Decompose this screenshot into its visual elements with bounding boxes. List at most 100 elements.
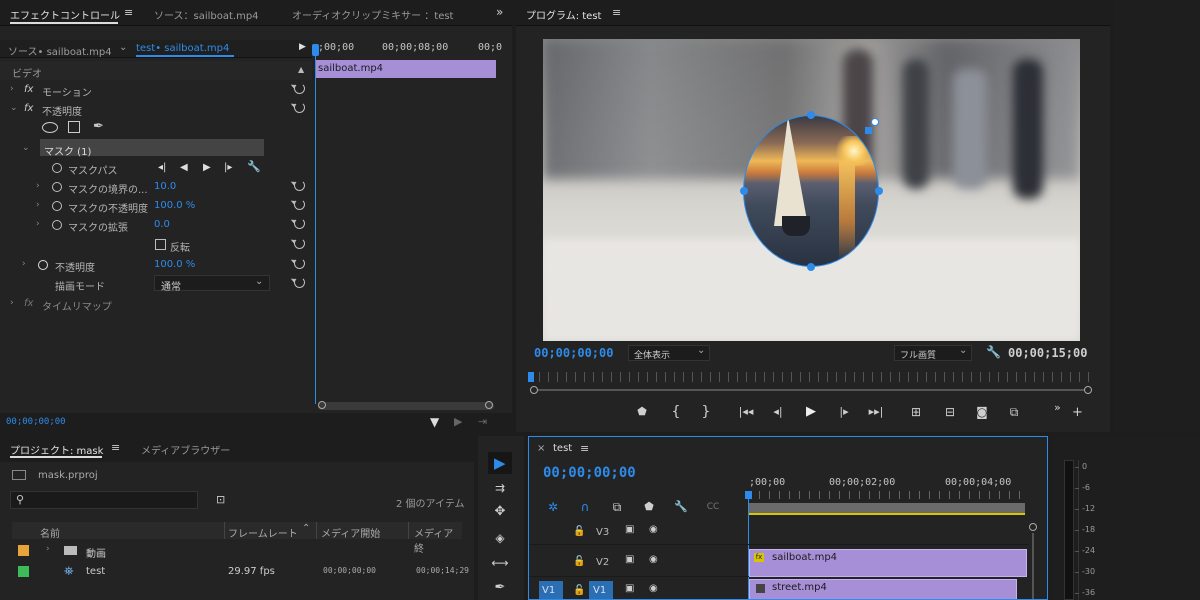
mask-feather-row[interactable]: › マスクの境界の... 10.0 — [0, 177, 312, 196]
more-icon[interactable]: » — [1054, 402, 1061, 413]
label-color[interactable] — [18, 545, 29, 556]
mask-expand-handle[interactable] — [871, 118, 879, 126]
wrench-icon[interactable]: 🔧 — [986, 345, 1001, 359]
source-patch-v1[interactable]: V1 — [539, 581, 563, 599]
mask-handle[interactable] — [807, 111, 815, 119]
panel-menu-icon[interactable]: ≡ — [111, 442, 120, 453]
lift-icon[interactable]: ⊞ — [906, 402, 926, 422]
captions-icon[interactable]: CC — [703, 497, 723, 517]
mask-handle[interactable] — [807, 263, 815, 271]
extract-icon[interactable]: ⊟ — [940, 402, 960, 422]
sort-icon[interactable]: ⌃ — [302, 523, 310, 534]
stopwatch-icon[interactable] — [52, 220, 62, 230]
step-forward-icon[interactable]: ▶ — [203, 162, 211, 173]
time-remap-row[interactable]: › fx タイムリマップ — [0, 294, 312, 313]
program-scrollbar[interactable] — [530, 386, 1092, 394]
opacity-section-row[interactable]: ⌄ fx 不透明度 — [0, 99, 312, 118]
effect-clip-bar[interactable]: sailboat.mp4 — [316, 60, 496, 78]
eye-icon[interactable]: ◉ — [649, 554, 658, 565]
rectangle-mask-icon[interactable] — [68, 121, 80, 133]
add-button-icon[interactable]: + — [1072, 406, 1083, 419]
track-v2[interactable]: 🔓 V2 ▣ ◉ fx sailboat.mp4 — [529, 547, 1029, 577]
mask-row[interactable]: ⌄ マスク (1) — [0, 139, 312, 158]
track-v1[interactable]: V1 🔓 V1 ▣ ◉ street.mp4 — [529, 579, 1029, 599]
work-area-bar[interactable] — [749, 503, 1025, 515]
source-crumb[interactable]: ソース• sailboat.mp4 — [8, 43, 112, 58]
ripple-edit-tool[interactable]: ✥ — [490, 502, 510, 522]
tab-source[interactable]: ソース：sailboat.mp4 — [154, 7, 259, 22]
add-marker-icon[interactable]: ⬟ — [639, 497, 659, 517]
mark-in-icon[interactable]: { — [666, 402, 686, 422]
track-select-tool[interactable]: ⇉ — [490, 478, 510, 498]
lock-icon[interactable]: 🔓 — [573, 556, 585, 567]
stopwatch-icon[interactable] — [52, 182, 62, 192]
table-row[interactable]: › 動画 — [12, 541, 462, 561]
invert-checkbox[interactable] — [155, 239, 166, 250]
reset-icon[interactable] — [294, 102, 305, 113]
reset-icon[interactable] — [294, 238, 305, 249]
timeline-clip-sailboat[interactable]: fx sailboat.mp4 — [749, 549, 1027, 577]
panel-menu-icon[interactable]: ≡ — [124, 7, 133, 18]
opacity-value[interactable]: 100.0 % — [154, 259, 195, 270]
timeline-ruler[interactable]: ;00;00 00;00;02;00 00;00;04;00 — [749, 473, 1025, 503]
reset-icon[interactable] — [294, 83, 305, 94]
mask-ellipse[interactable] — [743, 115, 879, 267]
slip-tool[interactable]: ⟷ — [490, 553, 510, 573]
camera-icon[interactable]: ◙ — [972, 402, 992, 422]
play-audio-icon[interactable]: ▶ — [454, 415, 462, 428]
lock-icon[interactable]: 🔓 — [573, 585, 585, 596]
step-back-icon[interactable]: ◀ — [180, 162, 188, 173]
play-icon[interactable]: ▶ — [801, 402, 821, 422]
linked-selection-icon[interactable]: ⧉ — [607, 497, 627, 517]
go-to-out-icon[interactable]: ▸▸| — [866, 402, 886, 422]
reset-icon[interactable] — [294, 199, 305, 210]
sequence-crumb[interactable]: test• sailboat.mp4 — [136, 43, 229, 54]
sync-lock-icon[interactable]: ▣ — [625, 583, 634, 594]
track-forward-icon[interactable]: |▸ — [224, 162, 232, 173]
video-frame[interactable] — [543, 39, 1080, 341]
mask-feather-handle[interactable] — [865, 127, 872, 134]
lock-icon[interactable]: 🔓 — [573, 526, 585, 537]
track-v3[interactable]: 🔓 V3 ▣ ◉ — [529, 519, 1029, 545]
snap-icon[interactable]: ✲ — [543, 497, 563, 517]
zoom-select[interactable]: 全体表示 ⌄ — [628, 345, 710, 361]
stopwatch-icon[interactable] — [52, 201, 62, 211]
filter-icon[interactable]: ▼ — [430, 415, 439, 429]
mask-handle[interactable] — [740, 187, 748, 195]
step-forward-icon[interactable]: |▸ — [834, 402, 854, 422]
pen-tool[interactable]: ✒ — [490, 578, 510, 598]
selection-tool[interactable]: ▶ — [488, 452, 512, 474]
step-back-icon[interactable]: ◂| — [768, 402, 788, 422]
mask-opacity-row[interactable]: › マスクの不透明度 100.0 % — [0, 196, 312, 215]
tab-media-browser[interactable]: メディアブラウザー — [141, 442, 230, 457]
stopwatch-icon[interactable] — [38, 260, 48, 270]
timeline-vscroll[interactable] — [1029, 519, 1037, 599]
tab-effect-controls[interactable]: エフェクトコントロール — [10, 7, 120, 22]
program-playhead[interactable] — [528, 372, 534, 382]
marker-icon[interactable]: ⬟ — [632, 402, 652, 422]
column-media-start[interactable]: メディア開始 — [321, 525, 380, 540]
ellipse-mask-icon[interactable] — [42, 122, 58, 133]
reset-icon[interactable] — [294, 277, 305, 288]
zoom-scrollbar[interactable] — [318, 401, 494, 410]
eye-icon[interactable]: ◉ — [649, 583, 658, 594]
timeline-clip-street[interactable]: street.mp4 — [749, 579, 1017, 599]
tab-sequence[interactable]: test — [553, 443, 572, 454]
track-back-icon[interactable]: ◂| — [158, 162, 166, 173]
panel-menu-icon[interactable]: ≡ — [612, 7, 621, 18]
program-ruler[interactable] — [530, 372, 1092, 382]
quality-select[interactable]: フル画質 ⌄ — [894, 345, 972, 361]
tab-program[interactable]: プログラム: test — [526, 7, 601, 22]
search-input[interactable]: ⚲ — [10, 491, 198, 509]
panel-menu-icon[interactable]: ≡ — [580, 443, 589, 454]
collapse-icon[interactable]: ▲ — [298, 65, 304, 74]
label-color[interactable] — [18, 566, 29, 577]
column-name[interactable]: 名前 — [40, 525, 60, 540]
go-to-in-icon[interactable]: |◂◂ — [736, 402, 756, 422]
pen-mask-icon[interactable]: ✒ — [93, 119, 104, 134]
sync-lock-icon[interactable]: ▣ — [625, 554, 634, 565]
razor-tool[interactable]: ◈ — [490, 528, 510, 548]
timeline-timecode[interactable]: 00;00;00;00 — [543, 465, 636, 481]
tab-project[interactable]: プロジェクト: mask — [10, 442, 103, 457]
sync-lock-icon[interactable]: ▣ — [625, 524, 634, 535]
